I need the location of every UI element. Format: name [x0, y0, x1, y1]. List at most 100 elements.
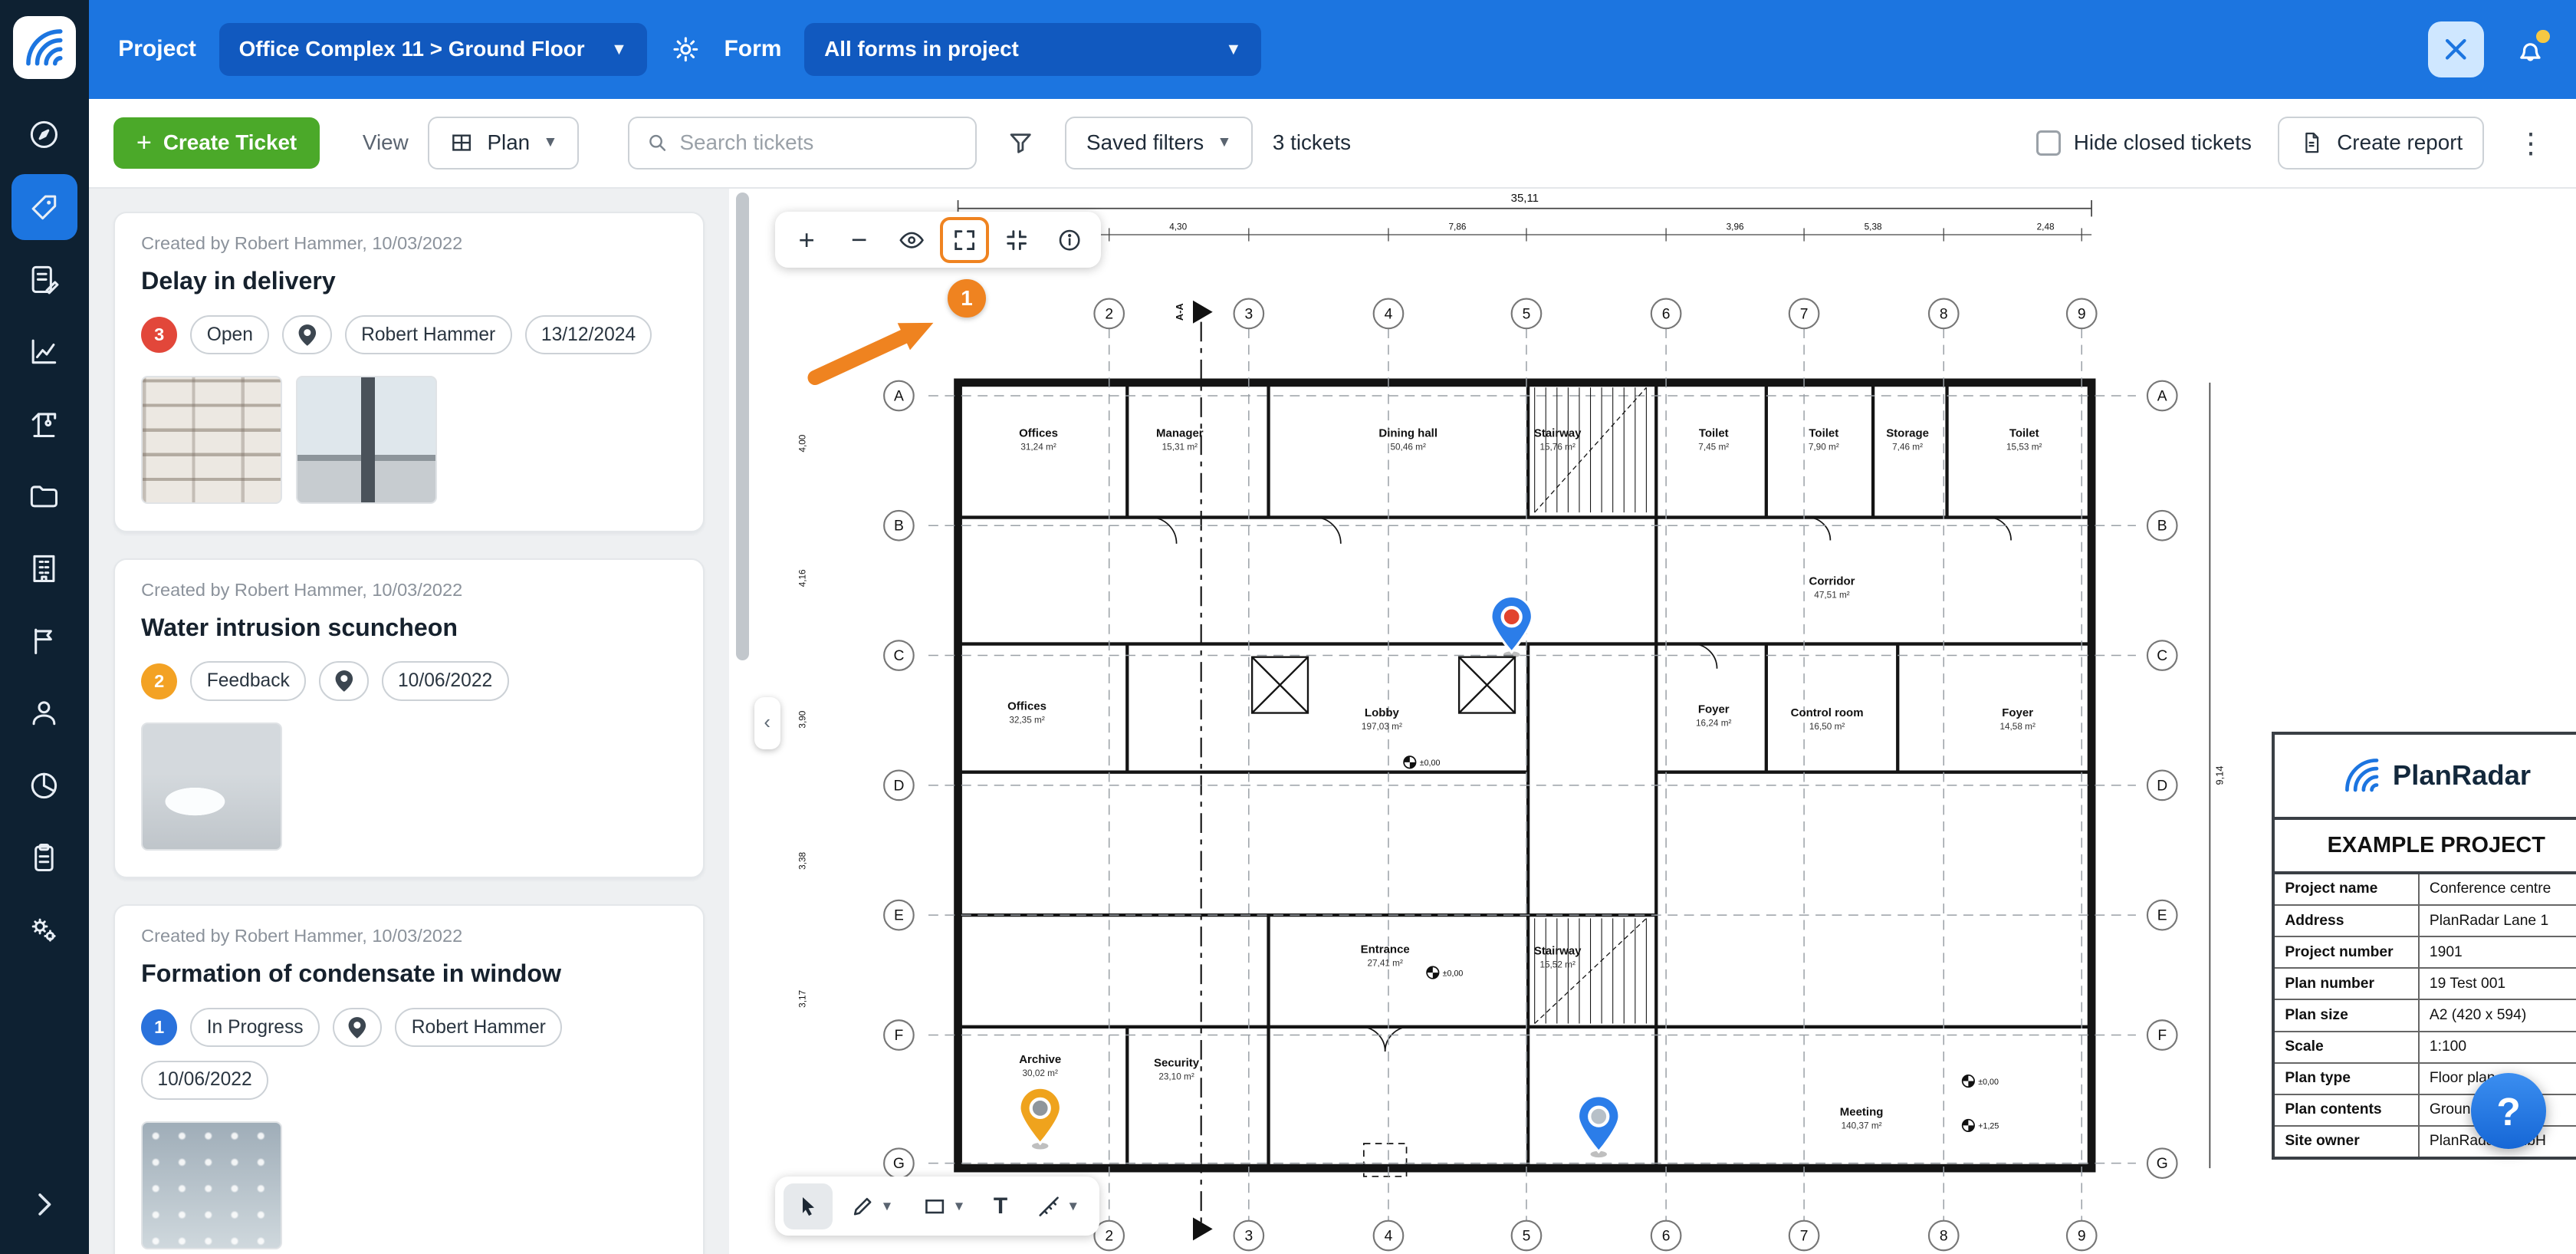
- info-button[interactable]: [1045, 217, 1094, 263]
- room-area: 15,76 m²: [1539, 443, 1576, 453]
- chevron-down-icon: ▼: [1066, 1198, 1079, 1214]
- sidebar-item-settings[interactable]: [12, 897, 77, 963]
- plans-button[interactable]: [2428, 21, 2484, 77]
- title-block-row: Plan sizeA2 (420 x 594): [2275, 999, 2576, 1030]
- fullscreen-button[interactable]: [940, 217, 989, 263]
- title-block-brand: PlanRadar: [2393, 759, 2531, 792]
- more-options-button[interactable]: ⋮: [2510, 127, 2551, 160]
- pen-tool-button[interactable]: ▼: [838, 1183, 905, 1229]
- planradar-logo[interactable]: [13, 16, 75, 78]
- chevron-down-icon: ▼: [880, 1198, 893, 1214]
- title-block-row-value: PlanRadar Lane 1: [2420, 906, 2576, 936]
- visibility-button[interactable]: [887, 217, 936, 263]
- chevron-down-icon: ▼: [611, 40, 627, 59]
- filter-funnel-icon: [1007, 129, 1034, 156]
- zoom-in-button[interactable]: +: [782, 217, 831, 263]
- door-arcs: [1150, 518, 2011, 1052]
- plan-annotation-toolbar: ▼ ▼ T ▼: [775, 1177, 1099, 1236]
- grid-row-label: D: [2157, 778, 2167, 795]
- ticket-location-pill[interactable]: [319, 661, 368, 700]
- sidebar-item-statistics[interactable]: [12, 319, 77, 385]
- measure-tool-button[interactable]: ▼: [1024, 1183, 1092, 1229]
- room-name: Lobby: [1365, 706, 1400, 719]
- hide-closed-label: Hide closed tickets: [2074, 130, 2252, 155]
- title-block-row-label: Plan contents: [2275, 1095, 2420, 1125]
- ticket-badges: 3OpenRobert Hammer13/12/2024: [141, 315, 677, 354]
- dimension-left: 3,38: [797, 852, 807, 870]
- create-ticket-label: Create Ticket: [163, 130, 297, 155]
- level-marker: [1968, 1081, 1974, 1088]
- grid-col-label: 8: [1940, 307, 1948, 323]
- sidebar-item-documents[interactable]: [12, 463, 77, 529]
- room-name: Foyer: [2002, 706, 2033, 719]
- chevron-right-icon: [28, 1188, 61, 1221]
- search-input[interactable]: [679, 130, 958, 155]
- water-sill-photo[interactable]: [141, 722, 282, 851]
- sidebar-item-tasks[interactable]: [12, 246, 77, 312]
- zoom-out-button[interactable]: −: [835, 217, 884, 263]
- grid-row-label: B: [894, 518, 904, 535]
- view-mode-dropdown[interactable]: Plan ▼: [428, 117, 579, 170]
- sidebar-item-flags[interactable]: [12, 608, 77, 674]
- location-pin-icon: [297, 324, 317, 347]
- tasks-icon: [28, 263, 61, 296]
- room-area: 14,58 m²: [1999, 722, 2036, 732]
- pen-icon: [849, 1193, 876, 1219]
- text-tool-button[interactable]: T: [982, 1183, 1019, 1229]
- ticket-pin-condensate[interactable]: [1578, 1096, 1619, 1157]
- room-area: 7,46 m²: [1892, 443, 1923, 453]
- sidebar-item-clipboard[interactable]: [12, 824, 77, 890]
- create-report-button[interactable]: Create report: [2278, 117, 2484, 170]
- sidebar-item-site[interactable]: [12, 391, 77, 457]
- ticket-card[interactable]: Created by Robert Hammer, 10/03/2022 Wat…: [113, 558, 705, 878]
- form-selector[interactable]: All forms in project ▼: [804, 23, 1261, 76]
- sidebar-item-projects[interactable]: [12, 535, 77, 601]
- ticket-location-pill[interactable]: [282, 315, 331, 354]
- shape-tool-button[interactable]: ▼: [910, 1183, 978, 1229]
- person-icon: [28, 696, 61, 729]
- fit-to-screen-button[interactable]: [992, 217, 1041, 263]
- hide-closed-toggle[interactable]: Hide closed tickets: [2036, 130, 2252, 155]
- condensate-window-photo[interactable]: [141, 1121, 282, 1249]
- grid-col-label: 6: [1661, 307, 1670, 323]
- notifications-button[interactable]: [2514, 33, 2547, 66]
- window-photo[interactable]: [296, 376, 437, 504]
- project-label: Project: [118, 36, 196, 62]
- title-block-row: Project number1901: [2275, 936, 2576, 967]
- ticket-card[interactable]: Created by Robert Hammer, 10/03/2022 Del…: [113, 212, 705, 532]
- elevator-symbols: [1252, 657, 1515, 713]
- brick-wall-photo[interactable]: [141, 376, 282, 504]
- create-ticket-button[interactable]: + Create Ticket: [113, 117, 320, 168]
- project-settings-button[interactable]: [670, 34, 702, 65]
- sidebar-item-dashboard[interactable]: [12, 102, 77, 168]
- room-area: 50,46 m²: [1390, 443, 1426, 453]
- title-block-row-value: 1:100: [2420, 1032, 2576, 1062]
- sidebar-expand-button[interactable]: [12, 1172, 77, 1238]
- project-selector[interactable]: Office Complex 11 > Ground Floor ▼: [219, 23, 647, 76]
- ticket-badges: 2Feedback10/06/2022: [141, 661, 677, 700]
- ticket-card[interactable]: Created by Robert Hammer, 10/03/2022 For…: [113, 904, 705, 1254]
- title-block-row: AddressPlanRadar Lane 1: [2275, 904, 2576, 936]
- help-button[interactable]: ?: [2471, 1073, 2547, 1149]
- saved-filters-dropdown[interactable]: Saved filters ▼: [1065, 117, 1253, 170]
- room-name: Dining hall: [1378, 427, 1438, 440]
- ticket-info-pill: Robert Hammer: [395, 1008, 562, 1047]
- ticket-created: Created by Robert Hammer, 10/03/2022: [141, 580, 677, 601]
- sidebar-item-tickets[interactable]: [12, 174, 77, 240]
- form-selector-value: All forms in project: [824, 37, 1019, 61]
- scrollbar-thumb[interactable]: [736, 193, 749, 661]
- ticket-title: Water intrusion scuncheon: [141, 614, 677, 642]
- ticket-pin-water[interactable]: [1020, 1088, 1061, 1150]
- ticket-list: Created by Robert Hammer, 10/03/2022 Del…: [89, 189, 730, 1254]
- ticket-thumbnails: [141, 376, 677, 504]
- collapse-panel-button[interactable]: ‹: [754, 697, 780, 750]
- room-name: Offices: [1019, 427, 1058, 440]
- sidebar-item-contacts[interactable]: [12, 680, 77, 746]
- select-tool-button[interactable]: [784, 1183, 833, 1229]
- ticket-location-pill[interactable]: [333, 1008, 382, 1047]
- grid-row-label: G: [2156, 1157, 2167, 1173]
- filter-button[interactable]: [996, 118, 1045, 167]
- sidebar-item-reports[interactable]: [12, 752, 77, 818]
- dimension-total-width: 35,11: [1510, 193, 1538, 206]
- dashboard-icon: [28, 118, 61, 151]
